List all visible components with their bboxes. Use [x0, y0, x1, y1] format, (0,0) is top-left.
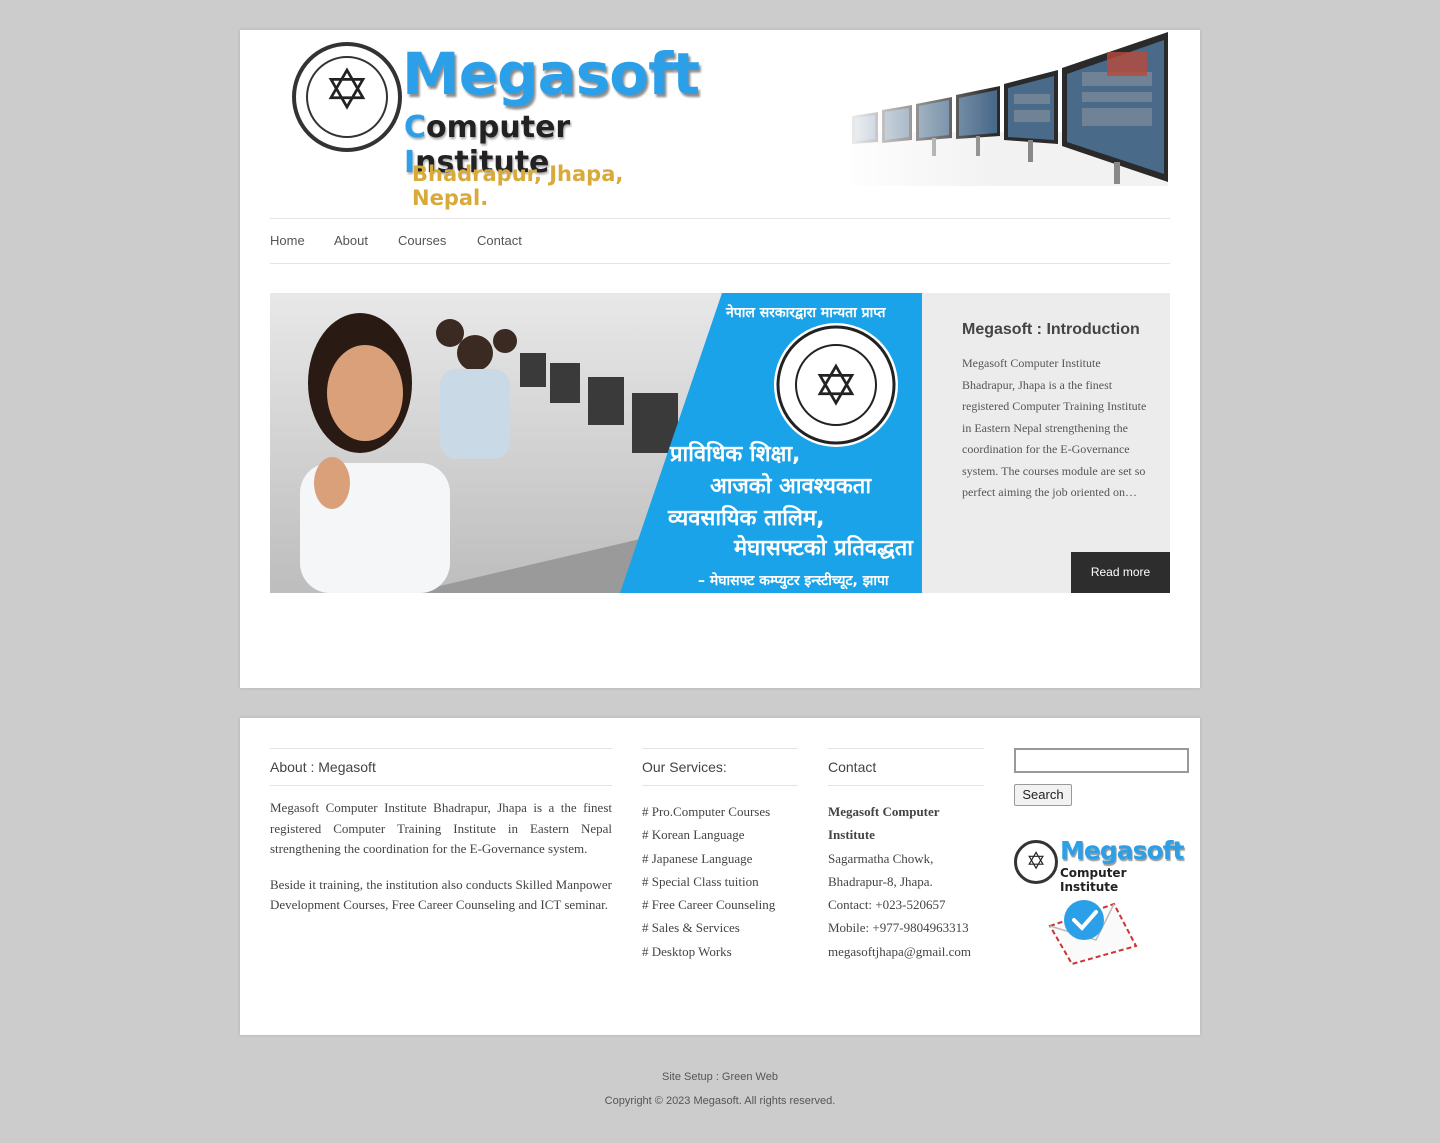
contact-mobile: Mobile: +977-9804963313 [828, 920, 969, 936]
banner-line-4: मेघासफ्टको प्रतिवद्धता [733, 534, 914, 561]
site-setup-credit[interactable]: Site Setup : Green Web [0, 1071, 1440, 1083]
slide-excerpt: Megasoft Computer Institute Bhadrapur, J… [962, 356, 1147, 499]
main-page-container: ✡ Megasoft Computer Institute Bhadrapur,… [240, 30, 1200, 688]
contact-org-name: Megasoft Computer Institute [828, 804, 940, 843]
logo-seal-emblem: ✡ [292, 42, 402, 152]
banner-top-line: नेपाल सरकारद्वारा मान्यता प्राप्त [725, 304, 887, 321]
footer-widgets: About : Megasoft Megasoft Computer Insti… [240, 718, 1200, 1035]
slide-photo-illustration: नेपाल सरकारद्वारा मान्यता प्राप्त प्रावि… [270, 293, 922, 593]
slide-banner-image[interactable]: नेपाल सरकारद्वारा मान्यता प्राप्त प्रावि… [270, 293, 922, 593]
nav-item-contact[interactable]: Contact [477, 233, 522, 248]
slide-title[interactable]: Megasoft : Introduction [962, 321, 1152, 339]
sidebar-logo[interactable]: ✡ Megasoft Computer Institute [1014, 836, 1184, 894]
search-button[interactable]: Search [1014, 784, 1072, 806]
header-monitors-image [852, 32, 1168, 186]
nav-item-home[interactable]: Home [270, 233, 305, 248]
service-item: # Korean Language [642, 827, 745, 843]
widget-title-about: About : Megasoft [270, 748, 612, 786]
nav-item-about[interactable]: About [334, 233, 368, 248]
logo-brand-name: Megasoft [402, 40, 700, 108]
search-input[interactable] [1014, 748, 1189, 773]
slide-caption: Megasoft : Introduction Megasoft Compute… [962, 321, 1152, 504]
service-item: # Japanese Language [642, 850, 753, 866]
copyright-notice: Copyright © 2023 Megasoft. All rights re… [604, 1095, 836, 1107]
banner-bottom-line: – मेघासफ्ट कम्प्युटर इन्स्टीच्यूट, झापा [698, 572, 890, 590]
widget-title-contact: Contact [828, 748, 984, 786]
sidebar-logo-seal: ✡ [1014, 840, 1058, 884]
about-paragraph-2: Beside it training, the institution also… [270, 876, 612, 913]
logo-location: Bhadrapur, Jhapa, Nepal. [412, 162, 624, 210]
sidebar-logo-word1: Megasoft [1060, 836, 1184, 865]
banner-line-2: आजको आवश्यकता [710, 472, 872, 499]
banner-seal-emblem: ✡ [774, 323, 898, 447]
contact-line: Bhadrapur-8, Jhapa. [828, 873, 933, 889]
service-item: # Sales & Services [642, 920, 740, 936]
service-item: # Pro.Computer Courses [642, 804, 771, 819]
service-item: # Special Class tuition [642, 873, 759, 889]
widget-title-services: Our Services: [642, 748, 798, 786]
about-paragraph-1: Megasoft Computer Institute Bhadrapur, J… [270, 800, 612, 856]
service-item: # Desktop Works [642, 943, 732, 959]
banner-line-3: व्यवसायिक तालिम, [667, 504, 824, 531]
contact-email: megasoftjhapa@gmail.com [828, 943, 972, 959]
widget-about-body: Megasoft Computer Institute Bhadrapur, J… [270, 798, 612, 931]
services-list: # Pro.Computer Courses # Korean Language… [642, 800, 812, 963]
contact-details: Megasoft Computer Institute Sagarmatha C… [828, 800, 988, 963]
nav-item-courses[interactable]: Courses [398, 233, 446, 248]
sidebar-logo-word2: Computer Institute [1060, 866, 1127, 894]
featured-slider: नेपाल सरकारद्वारा मान्यता प्राप्त प्रावि… [270, 293, 1170, 593]
svg-text:✡: ✡ [813, 354, 860, 417]
contact-line: Sagarmatha Chowk, [828, 850, 934, 866]
banner-line-1: प्राविधिक शिक्षा, [669, 440, 800, 467]
read-more-button[interactable]: Read more [1071, 552, 1170, 593]
service-item: # Free Career Counseling [642, 897, 776, 913]
site-logo[interactable]: ✡ Megasoft Computer Institute Bhadrapur,… [292, 40, 700, 210]
contact-phone: Contact: +023-520657 [828, 897, 946, 913]
main-navigation: Home About Courses Contact [270, 218, 1170, 264]
mail-envelope-icon[interactable] [1044, 896, 1140, 966]
